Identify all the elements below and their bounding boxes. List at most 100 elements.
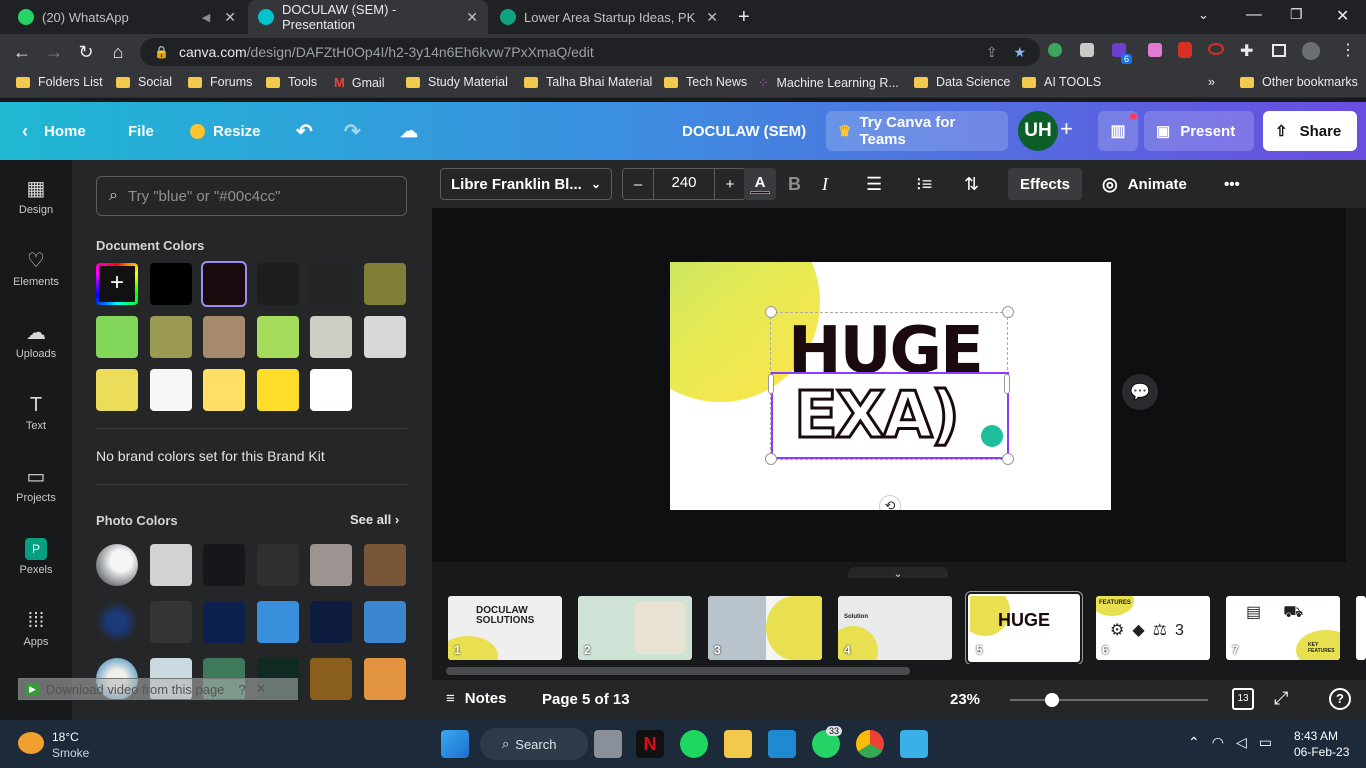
fullscreen-icon[interactable]: ⤢ [1274, 688, 1288, 709]
bookmark-folder[interactable]: AI TOOLS [1022, 75, 1101, 89]
cloud-saved-icon[interactable]: ☁ [400, 102, 418, 160]
side-handle[interactable] [1004, 374, 1010, 394]
clock-date[interactable]: 06-Feb-23 [1294, 745, 1349, 759]
grid-view-button[interactable]: 13 [1232, 688, 1254, 710]
present-button[interactable]: ▣ Present [1144, 111, 1254, 151]
page-indicator[interactable]: Page 5 of 13 [542, 691, 630, 708]
extension-icon[interactable] [1148, 43, 1162, 57]
extension-icon[interactable] [1080, 43, 1094, 57]
rail-pexels[interactable]: P Pexels [0, 538, 72, 576]
scroll-thumb[interactable] [446, 667, 910, 675]
page-thumbnail[interactable]: 3 [708, 596, 822, 660]
photo-color-swatch[interactable] [203, 544, 245, 586]
page-thumbnail[interactable]: 2 [578, 596, 692, 660]
zoom-slider-thumb[interactable] [1044, 693, 1059, 707]
resize-handle[interactable] [765, 306, 777, 318]
animate-button[interactable]: ◎ Animate [1102, 168, 1187, 200]
vertical-scrollbar[interactable] [1346, 208, 1354, 562]
photo-thumbnail[interactable] [96, 544, 138, 586]
color-swatch[interactable] [96, 316, 138, 358]
bookmark-ml[interactable]: ⁘ Machine Learning R... [758, 75, 899, 91]
spacing-icon[interactable]: ⇅ [964, 168, 979, 200]
minimize-icon[interactable]: — [1246, 6, 1262, 24]
more-bookmarks-icon[interactable]: » [1208, 75, 1215, 89]
resize-handle[interactable] [1002, 306, 1014, 318]
reload-icon[interactable]: ↻ [74, 40, 98, 64]
more-options-icon[interactable]: ••• [1224, 168, 1240, 200]
windows-start-icon[interactable] [441, 730, 469, 758]
user-avatar[interactable]: UH [1018, 111, 1058, 151]
try-teams-button[interactable]: ♛ Try Canva for Teams [826, 111, 1008, 151]
decrease-size-button[interactable]: – [623, 176, 653, 193]
color-swatch[interactable] [203, 316, 245, 358]
effects-button[interactable]: Effects [1008, 168, 1083, 200]
task-view-icon[interactable] [594, 730, 622, 758]
filmstrip-scrollbar[interactable] [432, 664, 1366, 678]
subline-text[interactable]: EXA) [793, 374, 962, 458]
back-icon[interactable]: ← [10, 40, 34, 64]
tab-canva[interactable]: DOCULAW (SEM) - Presentation ✕ [248, 0, 488, 34]
file-explorer-icon[interactable] [724, 730, 752, 758]
bookmark-folder[interactable]: Data Science [914, 75, 1010, 89]
profile-avatar[interactable] [1302, 42, 1320, 60]
download-video-overlay[interactable]: ▶ Download video from this page ? ✕ [18, 678, 298, 700]
photo-color-swatch[interactable] [150, 601, 192, 643]
page-thumbnail[interactable]: ▤⛟ KEY FEATURES 7 [1226, 596, 1340, 660]
restore-icon[interactable]: ❐ [1290, 6, 1303, 23]
redo-icon[interactable]: ↷ [344, 102, 361, 160]
file-menu-button[interactable]: File [128, 102, 154, 160]
color-swatch[interactable] [310, 263, 352, 305]
color-search-input[interactable]: ⌕ Try "blue" or "#00c4cc" [96, 176, 407, 216]
close-window-icon[interactable]: ✕ [1336, 6, 1349, 26]
bookmark-folder[interactable]: Folders List [16, 75, 103, 89]
color-swatch[interactable] [96, 369, 138, 411]
bookmark-folder[interactable]: Social [116, 75, 172, 89]
color-swatch[interactable] [310, 369, 352, 411]
page-thumbnail[interactable]: FEATURES ⚙◆⚖3 6 [1096, 596, 1210, 660]
resize-handle[interactable] [765, 453, 777, 465]
add-comment-icon[interactable]: 💬 [1122, 374, 1158, 410]
page-thumbnail[interactable]: DOCULAW SOLUTIONS 1 [448, 596, 562, 660]
photo-color-swatch[interactable] [310, 544, 352, 586]
rail-elements[interactable]: ♡ Elements [0, 250, 72, 288]
share-page-icon[interactable]: ⇪ [986, 44, 998, 61]
menu-dots-icon[interactable]: ⋮ [1340, 40, 1356, 60]
photo-color-swatch[interactable] [310, 658, 352, 700]
clock-time[interactable]: 8:43 AM [1294, 729, 1338, 743]
color-swatch[interactable] [364, 316, 406, 358]
rail-projects[interactable]: ▭ Projects [0, 466, 72, 504]
page-thumbnail[interactable]: Solution 4 [838, 596, 952, 660]
color-swatch[interactable] [310, 316, 352, 358]
side-panel-icon[interactable] [1272, 44, 1286, 57]
bookmark-gmail[interactable]: M Gmail [334, 75, 385, 90]
chrome-icon[interactable] [856, 730, 884, 758]
adblock-icon[interactable] [1178, 42, 1192, 58]
page-thumbnail[interactable] [1356, 596, 1366, 660]
taskbar-search[interactable]: ⌕ Search [480, 728, 588, 760]
rail-text[interactable]: T Text [0, 394, 72, 432]
system-tray-icons[interactable]: ⌃◠◁▭ [1188, 734, 1284, 751]
text-color-button[interactable]: A [744, 168, 776, 200]
close-tab-icon[interactable]: ✕ [224, 9, 236, 26]
undo-icon[interactable]: ↶ [296, 102, 313, 160]
spotify-icon[interactable] [680, 730, 708, 758]
italic-button[interactable]: I [822, 168, 828, 200]
bold-button[interactable]: B [788, 168, 801, 200]
resize-button[interactable]: Resize [190, 102, 261, 160]
photo-color-swatch[interactable] [150, 544, 192, 586]
extensions-puzzle-icon[interactable]: ✚ [1240, 41, 1253, 61]
tab-search-icon[interactable]: ⌄ [1198, 7, 1209, 23]
mute-icon[interactable]: ◀︎ [202, 11, 210, 24]
url-input[interactable]: 🔒 canva.com/design/DAFZtH0Op4I/h2-3y14n6… [140, 38, 1040, 66]
netflix-icon[interactable]: N [636, 730, 664, 758]
page-thumbnail-selected[interactable]: HUGE 5 [968, 594, 1080, 662]
list-icon[interactable]: ⁝≡ [916, 168, 932, 200]
zoom-slider[interactable] [1010, 693, 1208, 707]
close-tab-icon[interactable]: ✕ [706, 9, 718, 26]
home-icon[interactable]: ⌂ [106, 40, 130, 64]
photo-color-swatch[interactable] [364, 658, 406, 700]
photo-color-swatch[interactable] [310, 601, 352, 643]
color-swatch[interactable] [203, 369, 245, 411]
font-size-input[interactable]: 240 [653, 168, 715, 200]
add-collaborator-icon[interactable]: + [1060, 116, 1073, 142]
